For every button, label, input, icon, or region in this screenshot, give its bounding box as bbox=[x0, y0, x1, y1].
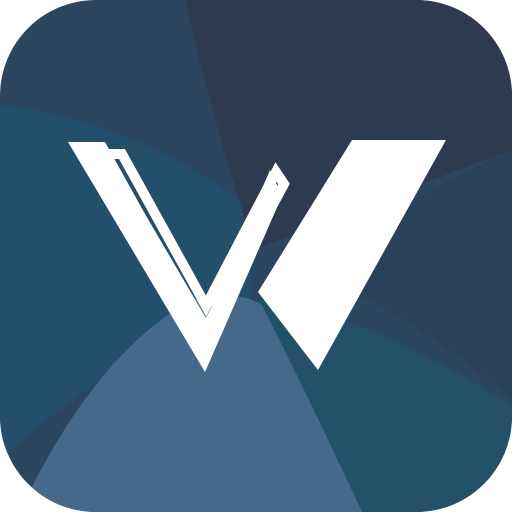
icon-background bbox=[0, 0, 512, 512]
app-icon[interactable] bbox=[0, 0, 512, 512]
